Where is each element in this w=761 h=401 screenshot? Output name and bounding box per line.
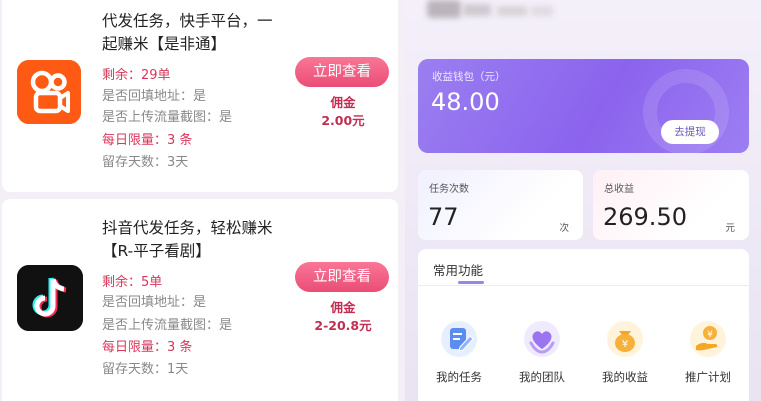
commission-label: 佣金 bbox=[330, 95, 356, 110]
task-list: 代发任务，快手平台，一 起赚米【是非通】 剩余：29单 是否回填地址：是 是否上… bbox=[0, 0, 405, 401]
blurred-text bbox=[531, 6, 553, 16]
commission-label: 佣金 bbox=[330, 300, 356, 315]
withdraw-button[interactable]: 去提现 bbox=[661, 120, 719, 144]
fill-address-info: 是否回填地址：是 bbox=[102, 89, 207, 104]
task-title-line2: 起赚米【是非通】 bbox=[102, 35, 227, 53]
my-income-button[interactable]: ¥ 我的收益 bbox=[590, 319, 660, 385]
blurred-text bbox=[497, 6, 527, 16]
income-yen-bag-icon: ¥ bbox=[605, 319, 645, 359]
svg-text:¥: ¥ bbox=[707, 330, 713, 340]
commission: 佣金 2-20.8元 bbox=[296, 299, 390, 335]
total-income-card[interactable]: 总收益 269.50 元 bbox=[593, 170, 749, 240]
function-label: 我的收益 bbox=[602, 370, 648, 384]
retention-days-info: 留存天数：1天 bbox=[102, 362, 189, 377]
task-card-kuaishou[interactable]: 代发任务，快手平台，一 起赚米【是非通】 剩余：29单 是否回填地址：是 是否上… bbox=[2, 0, 398, 192]
wallet-label: 收益钱包（元） bbox=[432, 71, 506, 83]
task-count-card[interactable]: 任务次数 77 次 bbox=[418, 170, 583, 240]
remaining-count: 剩余：5单 bbox=[102, 275, 163, 290]
task-title: 抖音代发任务，轻松赚米 【R-平子看剧】 bbox=[102, 217, 292, 263]
avatar bbox=[427, 0, 461, 18]
task-title: 代发任务，快手平台，一 起赚米【是非通】 bbox=[102, 10, 292, 56]
stat-value: 77 bbox=[428, 203, 459, 231]
commission: 佣金 2.00元 bbox=[296, 94, 390, 130]
divider bbox=[418, 285, 749, 286]
stat-value: 269.50 bbox=[603, 203, 687, 231]
task-title-line1: 代发任务，快手平台，一 bbox=[102, 12, 273, 30]
user-dashboard: 收益钱包（元） 48.00 去提现 任务次数 77 次 总收益 269.50 元… bbox=[405, 0, 761, 401]
team-heart-icon bbox=[522, 319, 562, 359]
tiktok-app-icon bbox=[17, 265, 83, 331]
remaining-count: 剩余：29单 bbox=[102, 68, 171, 83]
stat-unit: 元 bbox=[725, 223, 735, 234]
stat-unit: 次 bbox=[559, 223, 569, 234]
task-edit-icon bbox=[439, 319, 479, 359]
daily-limit-info: 每日限量：3 条 bbox=[102, 340, 193, 355]
my-team-button[interactable]: 我的团队 bbox=[507, 319, 577, 385]
commission-value: 2.00元 bbox=[321, 113, 365, 128]
daily-limit-info: 每日限量：3 条 bbox=[102, 133, 193, 148]
upload-screenshot-info: 是否上传流量截图：是 bbox=[102, 110, 233, 125]
function-label: 推广计划 bbox=[685, 370, 731, 384]
task-card-douyin[interactable]: 抖音代发任务，轻松赚米 【R-平子看剧】 剩余：5单 是否回填地址：是 是否上传… bbox=[2, 199, 398, 401]
wallet-card: 收益钱包（元） 48.00 去提现 bbox=[418, 59, 749, 153]
view-now-button[interactable]: 立即查看 bbox=[295, 57, 389, 87]
retention-days-info: 留存天数：3天 bbox=[102, 155, 189, 170]
upload-screenshot-info: 是否上传流量截图：是 bbox=[102, 318, 233, 333]
kuaishou-app-icon bbox=[17, 60, 81, 124]
promotion-plan-button[interactable]: ¥ 推广计划 bbox=[673, 319, 743, 385]
function-label: 我的任务 bbox=[436, 370, 482, 384]
stat-label: 总收益 bbox=[604, 184, 634, 195]
fill-address-info: 是否回填地址：是 bbox=[102, 295, 207, 310]
blurred-text bbox=[463, 4, 491, 16]
title-underline bbox=[458, 281, 484, 284]
task-title-line2: 【R-平子看剧】 bbox=[102, 242, 211, 260]
stat-label: 任务次数 bbox=[429, 184, 469, 195]
function-label: 我的团队 bbox=[519, 370, 565, 384]
svg-text:¥: ¥ bbox=[622, 339, 628, 350]
section-title: 常用功能 bbox=[433, 263, 484, 278]
commission-value: 2-20.8元 bbox=[314, 318, 372, 333]
promotion-hand-coin-icon: ¥ bbox=[688, 319, 728, 359]
my-tasks-button[interactable]: 我的任务 bbox=[424, 319, 494, 385]
task-title-line1: 抖音代发任务，轻松赚米 bbox=[102, 219, 273, 237]
common-functions-card: 常用功能 我的任务 我的团队 ¥ 我的收益 ¥ 推广计划 bbox=[418, 249, 749, 401]
wallet-balance: 48.00 bbox=[431, 88, 500, 116]
view-now-button[interactable]: 立即查看 bbox=[295, 262, 389, 292]
